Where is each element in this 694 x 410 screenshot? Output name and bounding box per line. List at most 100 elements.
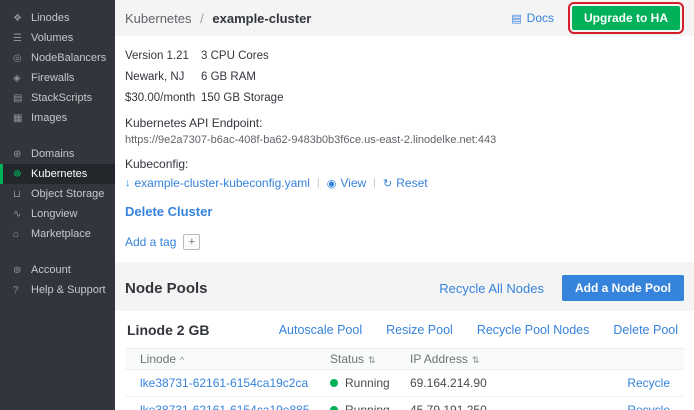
pool-table: Linode^ Status⇅ IP Address⇅ lke38731-621… bbox=[125, 348, 684, 410]
sidebar-item-kubernetes[interactable]: ☸ Kubernetes bbox=[0, 164, 115, 184]
sidebar-item-label: Object Storage bbox=[31, 188, 104, 200]
sort-icon: ⇅ bbox=[472, 355, 480, 365]
sidebar-section-gap bbox=[0, 128, 115, 144]
recycle-pool-nodes-link[interactable]: Recycle Pool Nodes bbox=[477, 323, 590, 337]
images-icon: ▦ bbox=[13, 113, 31, 124]
column-header-linode[interactable]: Linode^ bbox=[125, 352, 315, 366]
reset-label: Reset bbox=[396, 176, 427, 190]
sidebar-item-nodebalancers[interactable]: ◎ NodeBalancers bbox=[0, 48, 115, 68]
ip-cell: 45.79.191.250 bbox=[395, 403, 594, 410]
linode-cell: lke38731-62161-6154ca19e885 bbox=[125, 403, 315, 410]
sidebar-item-label: Help & Support bbox=[31, 284, 106, 296]
docs-link-label: Docs bbox=[527, 11, 554, 25]
sidebar-item-label: Domains bbox=[31, 148, 74, 160]
row-actions-cell: Recycle bbox=[594, 376, 684, 390]
kubeconfig-view-link[interactable]: ◉ View bbox=[327, 176, 366, 190]
cluster-ram: 6 GB RAM bbox=[201, 66, 684, 87]
column-header-status[interactable]: Status⇅ bbox=[315, 352, 395, 366]
add-tag-link[interactable]: Add a tag bbox=[125, 235, 176, 249]
linode-link[interactable]: lke38731-62161-6154ca19c2ca bbox=[140, 376, 308, 390]
sidebar-item-label: Marketplace bbox=[31, 228, 91, 240]
cluster-summary-card: Version 1.21 3 CPU Cores Newark, NJ 6 GB… bbox=[115, 36, 694, 262]
sidebar-item-longview[interactable]: ∿ Longview bbox=[0, 204, 115, 224]
object-storage-icon: ⊔ bbox=[13, 189, 31, 200]
sidebar-item-firewalls[interactable]: ◈ Firewalls bbox=[0, 68, 115, 88]
breadcrumb-current: example-cluster bbox=[212, 11, 311, 26]
add-tag: Add a tag + bbox=[125, 234, 684, 250]
reset-icon: ↻ bbox=[383, 177, 392, 190]
recycle-all-nodes-link[interactable]: Recycle All Nodes bbox=[439, 281, 544, 296]
recycle-node-link[interactable]: Recycle bbox=[627, 403, 670, 410]
sidebar-section-gap bbox=[0, 244, 115, 260]
kubeconfig-filename: example-cluster-kubeconfig.yaml bbox=[135, 176, 310, 190]
delete-pool-link[interactable]: Delete Pool bbox=[613, 323, 678, 337]
breadcrumb-separator: / bbox=[200, 11, 204, 26]
sidebar-item-marketplace[interactable]: ⌂ Marketplace bbox=[0, 224, 115, 244]
recycle-node-link[interactable]: Recycle bbox=[627, 376, 670, 390]
sidebar-item-label: Volumes bbox=[31, 32, 73, 44]
status-label: Running bbox=[345, 403, 390, 410]
sort-asc-icon: ^ bbox=[180, 355, 184, 365]
sidebar-item-label: Firewalls bbox=[31, 72, 74, 84]
sidebar-item-volumes[interactable]: ☰ Volumes bbox=[0, 28, 115, 48]
api-endpoint-value: https://9e2a7307-b6ac-408f-ba62-9483b0b3… bbox=[125, 134, 684, 146]
divider: | bbox=[373, 177, 376, 189]
node-pools-title: Node Pools bbox=[125, 280, 208, 297]
status-cell: Running bbox=[315, 376, 395, 390]
status-running-icon bbox=[330, 379, 338, 387]
pool-name: Linode 2 GB bbox=[127, 322, 209, 338]
table-header-row: Linode^ Status⇅ IP Address⇅ bbox=[125, 348, 684, 370]
docs-icon: ▤ bbox=[511, 12, 521, 25]
sidebar-item-object-storage[interactable]: ⊔ Object Storage bbox=[0, 184, 115, 204]
resize-pool-link[interactable]: Resize Pool bbox=[386, 323, 453, 337]
upgrade-to-ha-button[interactable]: Upgrade to HA bbox=[572, 6, 680, 30]
sidebar-item-label: Account bbox=[31, 264, 71, 276]
page-header: Kubernetes / example-cluster ▤ Docs Upgr… bbox=[115, 0, 694, 36]
app-window: ❖ Linodes ☰ Volumes ◎ NodeBalancers ◈ Fi… bbox=[0, 0, 694, 410]
sidebar-item-help-support[interactable]: ? Help & Support bbox=[0, 280, 115, 300]
kubeconfig-download-link[interactable]: ↓ example-cluster-kubeconfig.yaml bbox=[125, 176, 310, 190]
add-tag-plus-button[interactable]: + bbox=[183, 234, 200, 250]
table-row: lke38731-62161-6154ca19e885 Running 45.7… bbox=[125, 397, 684, 410]
sidebar-item-label: NodeBalancers bbox=[31, 52, 106, 64]
sidebar-item-label: Linodes bbox=[31, 12, 70, 24]
nodebalancers-icon: ◎ bbox=[13, 53, 31, 64]
delete-cluster-link[interactable]: Delete Cluster bbox=[125, 204, 212, 219]
sidebar-item-label: Kubernetes bbox=[31, 168, 87, 180]
breadcrumb-root[interactable]: Kubernetes bbox=[125, 11, 192, 26]
pool-card-header: Linode 2 GB Autoscale Pool Resize Pool R… bbox=[115, 311, 694, 348]
sidebar-item-label: Longview bbox=[31, 208, 77, 220]
sidebar-item-account[interactable]: ⊚ Account bbox=[0, 260, 115, 280]
marketplace-icon: ⌂ bbox=[13, 229, 31, 240]
docs-link[interactable]: ▤ Docs bbox=[511, 11, 554, 25]
node-pools-header: Node Pools Recycle All Nodes Add a Node … bbox=[125, 275, 684, 301]
volumes-icon: ☰ bbox=[13, 33, 31, 44]
kubeconfig-reset-link[interactable]: ↻ Reset bbox=[383, 176, 428, 190]
add-node-pool-button[interactable]: Add a Node Pool bbox=[562, 275, 684, 301]
linode-link[interactable]: lke38731-62161-6154ca19e885 bbox=[140, 403, 309, 410]
row-actions-cell: Recycle bbox=[594, 403, 684, 410]
sidebar-item-label: Images bbox=[31, 112, 67, 124]
kubeconfig-actions: ↓ example-cluster-kubeconfig.yaml | ◉ Vi… bbox=[125, 176, 684, 190]
node-pool-card: Linode 2 GB Autoscale Pool Resize Pool R… bbox=[115, 311, 694, 410]
sidebar-item-stackscripts[interactable]: ▤ StackScripts bbox=[0, 88, 115, 108]
cluster-specs: Version 1.21 3 CPU Cores Newark, NJ 6 GB… bbox=[125, 45, 684, 108]
status-cell: Running bbox=[315, 403, 395, 410]
column-header-ip[interactable]: IP Address⇅ bbox=[395, 352, 594, 366]
sidebar-item-domains[interactable]: ⊕ Domains bbox=[0, 144, 115, 164]
view-label: View bbox=[340, 176, 366, 190]
status-running-icon bbox=[330, 406, 338, 410]
sidebar-item-label: StackScripts bbox=[31, 92, 92, 104]
cluster-cpu: 3 CPU Cores bbox=[201, 45, 684, 66]
sidebar-item-images[interactable]: ▦ Images bbox=[0, 108, 115, 128]
status-label: Running bbox=[345, 376, 390, 390]
account-icon: ⊚ bbox=[13, 265, 31, 276]
api-endpoint-label: Kubernetes API Endpoint: bbox=[125, 116, 684, 130]
divider: | bbox=[317, 177, 320, 189]
cluster-storage: 150 GB Storage bbox=[201, 87, 684, 108]
sidebar-item-linodes[interactable]: ❖ Linodes bbox=[0, 8, 115, 28]
cluster-price: $30.00/month bbox=[125, 87, 201, 108]
ip-cell: 69.164.214.90 bbox=[395, 376, 594, 390]
kubeconfig-label: Kubeconfig: bbox=[125, 157, 684, 171]
autoscale-pool-link[interactable]: Autoscale Pool bbox=[279, 323, 362, 337]
